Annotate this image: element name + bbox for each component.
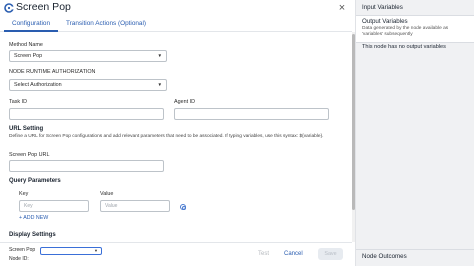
task-id-input[interactable] bbox=[9, 108, 164, 120]
remove-row-icon[interactable] bbox=[180, 204, 186, 210]
screen-pop-label: Screen Pop bbox=[9, 247, 36, 253]
value-column-header: Value bbox=[100, 191, 114, 197]
tab-configuration[interactable]: Configuration bbox=[12, 20, 50, 27]
footer-divider bbox=[0, 242, 352, 243]
agent-id-input[interactable] bbox=[174, 108, 329, 120]
url-setting-helper: Define a URL for Screen Pop configuratio… bbox=[9, 134, 324, 139]
url-setting-title: URL Setting bbox=[9, 126, 44, 132]
query-key-input[interactable]: Key bbox=[19, 200, 89, 212]
panel-header: Screen Pop × bbox=[0, 0, 352, 17]
runtime-auth-select[interactable]: Select Authorization ▼ bbox=[9, 79, 167, 91]
node-id-label: Node ID: bbox=[9, 256, 29, 262]
agent-id-label: Agent ID bbox=[174, 99, 195, 105]
tab-bar: Configuration Transition Actions (Option… bbox=[0, 17, 352, 32]
tab-transition-actions[interactable]: Transition Actions (Optional) bbox=[66, 20, 146, 27]
chevron-down-icon: ▼ bbox=[157, 53, 162, 58]
page-title: Screen Pop bbox=[16, 1, 71, 13]
query-value-input[interactable]: Value bbox=[100, 200, 170, 212]
add-new-parameter-button[interactable]: + ADD NEW bbox=[19, 215, 48, 221]
no-output-variables-text: This node has no output variables bbox=[362, 44, 446, 50]
chevron-down-icon: ▼ bbox=[94, 248, 98, 253]
input-variables-header[interactable]: Input Variables bbox=[362, 4, 403, 11]
query-parameters-title: Query Parameters bbox=[9, 178, 61, 184]
runtime-auth-value: Select Authorization bbox=[14, 82, 62, 88]
output-variables-header[interactable]: Output Variables bbox=[362, 18, 408, 25]
method-name-label: Method Name bbox=[9, 42, 43, 48]
panel-divider bbox=[356, 249, 474, 250]
method-name-select[interactable]: Screen Pop ▼ bbox=[9, 50, 167, 62]
output-variables-description: Data generated by the node available as … bbox=[362, 26, 449, 37]
close-icon[interactable]: × bbox=[337, 3, 347, 14]
display-settings-title: Display Settings bbox=[9, 232, 56, 238]
runtime-auth-label: NODE RUNTIME AUTHORIZATION bbox=[9, 69, 96, 75]
screen-pop-url-input[interactable] bbox=[9, 160, 164, 172]
test-button[interactable]: Test bbox=[258, 251, 269, 257]
screen-pop-display-select[interactable]: ▼ bbox=[40, 247, 102, 255]
node-outcomes-header[interactable]: Node Outcomes bbox=[362, 253, 407, 260]
screen-pop-url-label: Screen Pop URL bbox=[9, 152, 50, 158]
app-logo-icon bbox=[4, 3, 14, 13]
task-id-label: Task ID bbox=[9, 99, 27, 105]
panel-divider bbox=[356, 42, 474, 43]
active-tab-indicator bbox=[4, 30, 58, 32]
node-config-panel: Screen Pop × Configuration Transition Ac… bbox=[0, 0, 352, 266]
chevron-down-icon: ▼ bbox=[157, 82, 162, 87]
variables-panel: Input Variables Output Variables Data ge… bbox=[355, 0, 474, 266]
cancel-button[interactable]: Cancel bbox=[284, 251, 303, 257]
key-column-header: Key bbox=[19, 191, 29, 197]
method-name-value: Screen Pop bbox=[14, 53, 43, 59]
save-button[interactable]: Save bbox=[318, 248, 343, 260]
